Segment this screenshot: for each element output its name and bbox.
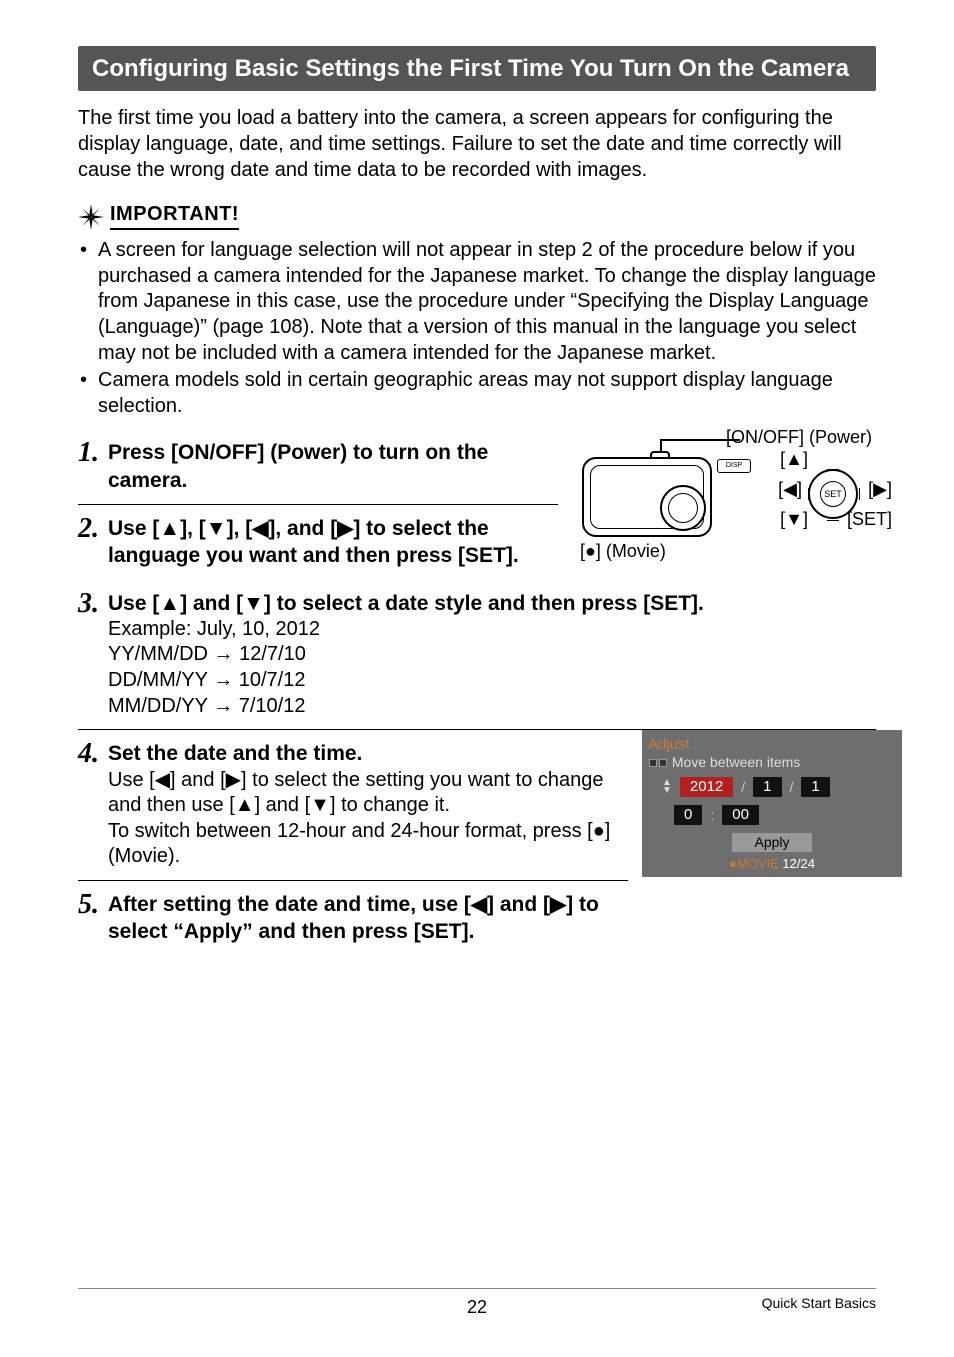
step-3: 3. Use [▲] and [▼] to select a date styl… (78, 580, 876, 731)
disp-button-graphic: DISP (717, 459, 751, 473)
step-number: 2. (78, 513, 108, 543)
label-right: [▶] (868, 479, 892, 500)
bullet-item: Camera models sold in certain geographic… (78, 368, 876, 419)
camera-diagram: DISP SET [ON/OFF] (Power) [▲] [◀] [▼] [▶… (572, 429, 882, 569)
date-format-line: MM/DD/YY → 7/10/12 (108, 694, 704, 720)
steps-list: 1. Press [ON/OFF] (Power) to turn on the… (78, 429, 876, 955)
step-5: 5. After setting the date and time, use … (78, 881, 628, 956)
right-square-icon (659, 759, 667, 767)
step-heading: After setting the date and time, use [◀]… (108, 891, 628, 946)
updown-arrows-icon: ▲▼ (662, 779, 672, 795)
step-4: 4. Set the date and the time. Use [◀] an… (78, 730, 628, 881)
bullet-item: A screen for language selection will not… (78, 238, 876, 366)
hour-field[interactable]: 0 (674, 805, 702, 825)
page-number: 22 (78, 1297, 876, 1318)
label-down: [▼] (780, 509, 808, 530)
step-heading: Use [▲] and [▼] to select a date style a… (108, 590, 704, 617)
left-square-icon (649, 759, 657, 767)
label-left: [◀] (778, 479, 802, 500)
step-heading: Press [ON/OFF] (Power) to turn on the ca… (108, 439, 558, 494)
label-set: [SET] (847, 509, 892, 530)
important-label: IMPORTANT! (110, 203, 239, 230)
date-format-line: DD/MM/YY → 10/7/12 (108, 668, 704, 694)
date-format-line: YY/MM/DD → 12/7/10 (108, 642, 704, 668)
important-bullets: A screen for language selection will not… (78, 238, 876, 419)
step-number: 1. (78, 437, 108, 467)
month-field[interactable]: 1 (753, 777, 781, 797)
adjust-title: Adjust (648, 736, 896, 754)
adjust-subtitle: Move between items (648, 754, 896, 771)
step-number: 5. (78, 889, 108, 919)
page-footer: 22 Quick Start Basics (78, 1288, 876, 1311)
time-fields: 0 : 00 (674, 805, 896, 825)
step-number: 3. (78, 588, 108, 618)
section-header: Configuring Basic Settings the First Tim… (78, 46, 876, 91)
date-fields: ▲▼ 2012 / 1 / 1 (662, 777, 896, 797)
step-body-line: To switch between 12-hour and 24-hour fo… (108, 819, 628, 870)
adjust-bottom-bar: ●MOVIE 12/24 (648, 856, 896, 872)
toggle-label: 12/24 (782, 856, 815, 871)
movie-label: ●MOVIE (729, 856, 779, 871)
step-heading: Use [▲], [▼], [◀], and [▶] to select the… (108, 515, 558, 570)
step-body-line: Use [◀] and [▶] to select the setting yo… (108, 768, 628, 819)
minute-field[interactable]: 00 (722, 805, 759, 825)
label-movie: [●] (Movie) (580, 541, 666, 562)
label-onoff: [ON/OFF] (Power) (726, 427, 872, 448)
step-number: 4. (78, 738, 108, 768)
adjust-screen: Adjust Move between items ▲▼ 2012 / 1 / … (642, 730, 902, 877)
year-field[interactable]: 2012 (680, 777, 733, 797)
day-field[interactable]: 1 (801, 777, 829, 797)
example-line: Example: July, 10, 2012 (108, 617, 704, 643)
step-heading: Set the date and the time. (108, 740, 628, 767)
apply-button[interactable]: Apply (732, 833, 811, 852)
starburst-icon (78, 204, 104, 230)
intro-paragraph: The first time you load a battery into t… (78, 105, 876, 183)
adjust-subtitle-text: Move between items (672, 754, 800, 770)
step-1: 1. Press [ON/OFF] (Power) to turn on the… (78, 429, 558, 505)
important-callout: IMPORTANT! (78, 203, 876, 230)
step-2: 2. Use [▲], [▼], [◀], and [▶] to select … (78, 505, 558, 580)
label-up: [▲] (780, 449, 808, 470)
